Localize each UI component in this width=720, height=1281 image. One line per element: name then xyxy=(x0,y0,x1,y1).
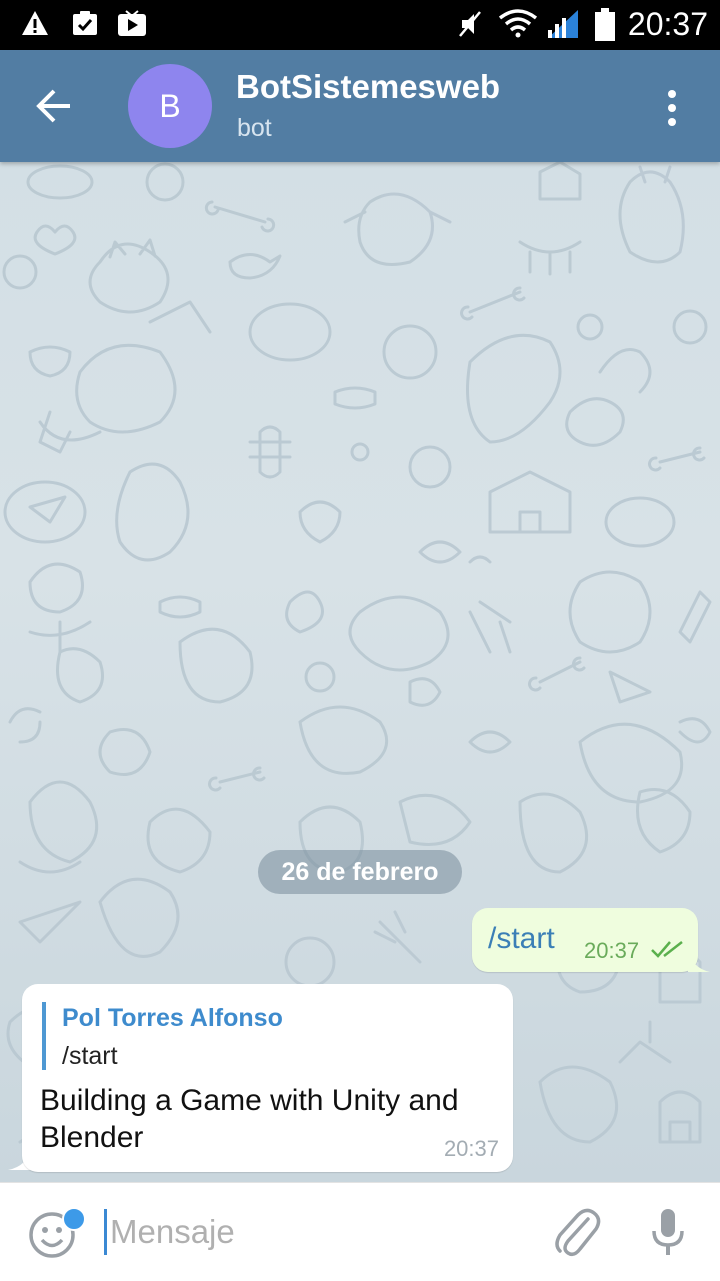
date-separator: 26 de febrero xyxy=(258,850,462,894)
battery-icon xyxy=(595,8,615,41)
attach-button[interactable] xyxy=(552,1205,602,1261)
chat-subtitle: bot xyxy=(237,114,272,142)
microphone-icon xyxy=(652,1209,684,1255)
back-button[interactable] xyxy=(22,78,86,134)
clock: 20:37 xyxy=(627,6,708,42)
arrow-left-icon xyxy=(36,89,70,123)
warning-icon xyxy=(22,11,48,35)
outgoing-message[interactable]: /start 20:37 xyxy=(472,908,698,972)
message-time: 20:37 xyxy=(443,1136,499,1161)
incoming-message[interactable]: Pol Torres Alfonso /start Building a Gam… xyxy=(22,984,513,1172)
wifi-icon xyxy=(498,9,538,38)
reply-quoted-text[interactable]: /start xyxy=(62,1042,118,1071)
text-cursor xyxy=(104,1209,107,1255)
mute-icon xyxy=(459,11,481,37)
message-composer xyxy=(0,1182,720,1281)
avatar[interactable]: B xyxy=(128,64,212,148)
message-time: 20:37 xyxy=(584,938,640,963)
paperclip-icon xyxy=(555,1208,601,1257)
chat-title[interactable]: BotSistemesweb xyxy=(236,68,500,106)
signal-icon xyxy=(548,10,578,38)
chat-header: B BotSistemesweb bot xyxy=(0,50,720,162)
play-store-icon xyxy=(118,10,146,36)
message-text: Building a Game with Unity and Blender xyxy=(40,1084,459,1154)
reply-quote-bar xyxy=(42,1002,46,1070)
message-text: /start xyxy=(488,922,555,955)
bubble-tail xyxy=(688,950,710,972)
status-bar: 20:37 xyxy=(0,0,720,50)
more-options-button[interactable] xyxy=(652,86,692,130)
message-input[interactable] xyxy=(108,1205,532,1259)
notification-dot xyxy=(62,1207,86,1231)
clipboard-check-icon xyxy=(73,11,97,35)
voice-record-button[interactable] xyxy=(648,1205,688,1261)
double-check-icon xyxy=(651,941,683,958)
message-list[interactable]: 26 de febrero /start 20:37 Pol Torres Al… xyxy=(0,162,720,1182)
more-vert-icon xyxy=(668,90,676,126)
reply-sender-name[interactable]: Pol Torres Alfonso xyxy=(62,1004,283,1033)
